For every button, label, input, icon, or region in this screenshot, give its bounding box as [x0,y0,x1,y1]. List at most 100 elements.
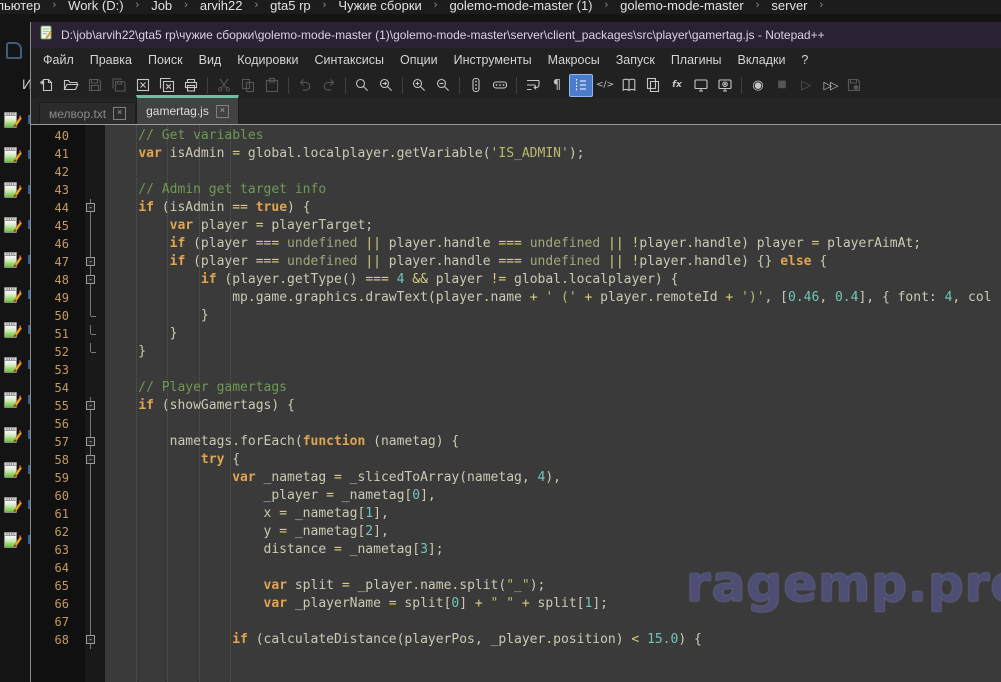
menu-item-инструменты[interactable]: Инструменты [446,50,540,70]
fold-marker[interactable]: - [77,397,105,415]
toolbar-close-button[interactable] [131,74,155,97]
code-text: mp.game.graphics.drawText(player.name + … [105,289,992,307]
toolbar-zoom-in-button[interactable] [407,74,431,97]
fold-gutter-cell [77,235,105,253]
toolbar-doc-list-button[interactable] [641,74,665,97]
toolbar-function-list-button[interactable]: fx [665,74,689,97]
toolbar-zoom-out-button[interactable] [431,74,455,97]
file-icon[interactable] [2,180,28,200]
fold-collapse-icon[interactable]: - [86,401,95,410]
breadcrumb-item[interactable]: golemo-mode-master (1) [447,0,594,13]
menu-item-опции[interactable]: Опции [392,50,446,70]
breadcrumb-item[interactable]: Work (D:) [66,0,125,13]
file-icon[interactable] [2,215,28,235]
menu-item-макросы[interactable]: Макросы [540,50,608,70]
file-icon[interactable] [2,320,28,340]
breadcrumb-item[interactable]: server [769,0,809,13]
toolbar-open-file-button[interactable] [59,74,83,97]
menu-item-вкладки[interactable]: Вкладки [729,50,793,70]
toolbar-monitor-button[interactable] [689,74,713,97]
fold-collapse-icon[interactable]: - [86,275,95,284]
toolbar-new-file-button[interactable] [35,74,59,97]
menu-item-вид[interactable]: Вид [191,50,230,70]
menu-item-синтаксисы[interactable]: Синтаксисы [306,50,392,70]
fold-gutter-cell [77,613,105,631]
line-number: 47 [31,253,77,271]
menu-item-поиск[interactable]: Поиск [140,50,191,70]
fold-marker[interactable]: - [77,451,105,469]
find-icon [354,77,370,93]
breadcrumb-item[interactable]: Чужие сборки [336,0,423,13]
file-icon[interactable] [2,530,28,550]
code-line: 48- if (player.getType() === 4 && player… [31,271,1001,289]
fold-marker[interactable]: - [77,199,105,217]
toolbar-word-wrap-button[interactable] [521,74,545,97]
breadcrumb-item[interactable]: gta5 rp [268,0,312,13]
file-icon[interactable] [2,250,28,270]
title-bar[interactable]: D:\job\arvih22\gta5 rp\чужие сборки\gole… [31,22,1001,48]
editor[interactable]: 40 // Get variables41 var isAdmin = glob… [31,125,1001,682]
file-icon[interactable] [2,145,28,165]
toolbar-close-all-button[interactable] [155,74,179,97]
line-number: 59 [31,469,77,487]
tab-label: мелвор.txt [49,107,106,121]
menu-item-файл[interactable]: Файл [35,50,82,70]
fold-collapse-icon[interactable]: - [86,455,95,464]
file-icon[interactable] [2,355,28,375]
tab-gamertag.js[interactable]: gamertag.js× [136,95,239,124]
file-icon[interactable] [2,390,28,410]
toolbar-sync-vertical-button[interactable] [464,74,488,97]
file-icon[interactable] [2,460,28,480]
toolbar-replace-button[interactable] [374,74,398,97]
fold-collapse-icon[interactable]: - [86,257,95,266]
fold-marker[interactable]: - [77,271,105,289]
fold-gutter-cell [77,577,105,595]
breadcrumb-item[interactable]: arvih22 [198,0,245,13]
toolbar-code-view-button[interactable]: </> [593,74,617,97]
code-text: nametags.forEach(function (nametag) { [105,433,459,451]
tab-bar: мелвор.txt×gamertag.js× [31,98,1001,125]
code-text: x = _nametag[1], [105,505,389,523]
fold-collapse-icon[interactable]: - [86,635,95,644]
close-icon[interactable]: × [113,107,126,120]
fold-marker[interactable]: - [77,253,105,271]
fold-gutter-cell [77,487,105,505]
file-icon[interactable] [2,495,28,515]
chevron-right-icon: › [184,0,188,11]
toolbar-monitoring-button[interactable] [713,74,737,97]
file-icon[interactable] [2,285,28,305]
breadcrumb-item[interactable]: мпьютер [0,0,42,13]
tab-мелвор.txt[interactable]: мелвор.txt × [39,102,136,124]
toolbar-doc-map-button[interactable] [617,74,641,97]
menu-item-правка[interactable]: Правка [82,50,140,70]
line-number: 60 [31,487,77,505]
word-wrap-icon [525,77,541,93]
file-icon[interactable] [2,110,28,130]
code-line: 44- if (isAdmin == true) { [31,199,1001,217]
toolbar-sync-horizontal-button[interactable] [488,74,512,97]
fold-marker[interactable]: - [77,631,105,649]
toolbar-macro-play-multi-button[interactable]: ▷▷ [818,74,842,97]
toolbar-macro-record-button[interactable]: ◉ [746,74,770,97]
toolbar-show-all-chars-button[interactable]: ¶ [545,74,569,97]
fold-collapse-icon[interactable]: - [86,437,95,446]
fold-collapse-icon[interactable]: - [86,203,95,212]
code-line: 40 // Get variables [31,127,1001,145]
breadcrumb-item[interactable]: Job [149,0,174,13]
toolbar-paste-button [260,74,284,97]
chevron-right-icon: › [756,0,760,11]
breadcrumb-item[interactable]: golemo-mode-master [618,0,746,13]
toolbar-find-button[interactable] [350,74,374,97]
explorer-breadcrumb: мпьютер›Work (D:)›Job›arvih22›gta5 rp›Чу… [0,0,1001,14]
toolbar-print-button[interactable] [179,74,203,97]
fold-marker[interactable]: - [77,433,105,451]
menu-item-?[interactable]: ? [793,50,816,70]
menu-item-плагины[interactable]: Плагины [663,50,730,70]
line-number: 45 [31,217,77,235]
close-icon[interactable]: × [216,105,229,118]
monitor-icon [693,77,709,93]
menu-item-кодировки[interactable]: Кодировки [229,50,306,70]
menu-item-запуск[interactable]: Запуск [608,50,663,70]
file-icon[interactable] [2,425,28,445]
toolbar-indent-guide-button[interactable] [569,74,593,97]
